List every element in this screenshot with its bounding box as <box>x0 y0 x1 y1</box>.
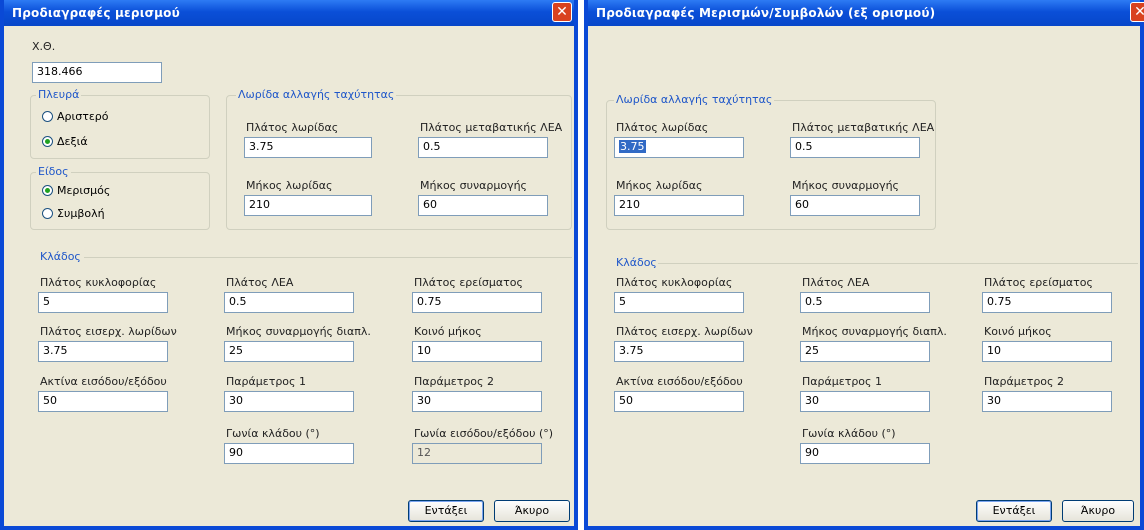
lane-length-input[interactable]: 210 <box>614 195 744 216</box>
transition-width-label: Πλάτος μεταβατικής ΛΕΑ <box>792 121 935 134</box>
common-length-label: Κοινό μήκος <box>984 325 1052 338</box>
entry-width-input[interactable]: 3.75 <box>38 341 168 362</box>
entry-angle-label: Γωνία εισόδου/εξόδου (°) <box>414 427 554 440</box>
speed-lane-group-label: Λωρίδα αλλαγής ταχύτητας <box>614 93 775 106</box>
radio-off-icon <box>42 111 53 122</box>
common-length-label: Κοινό μήκος <box>414 325 482 338</box>
shoulder-width-input[interactable]: 0.5 <box>224 292 354 313</box>
speed-lane-group-label: Λωρίδα αλλαγής ταχύτητας <box>236 88 397 101</box>
branch-spec-dialog: Προδιαγραφές μερισμού ✕ Χ.Θ. 318.466 Πλε… <box>0 0 578 530</box>
close-icon[interactable]: ✕ <box>1130 2 1144 22</box>
ok-button[interactable]: Εντάξει <box>976 500 1052 522</box>
side-left-radio[interactable]: Αριστερό <box>42 110 108 123</box>
param2-label: Παράμετρος 2 <box>984 375 1064 388</box>
traffic-width-input[interactable]: 5 <box>38 292 168 313</box>
type-split-radio[interactable]: Μερισμός <box>42 184 110 197</box>
taper-length-input[interactable]: 60 <box>418 195 548 216</box>
taper-length-label: Μήκος συναρμογής <box>792 179 900 192</box>
param1-input[interactable]: 30 <box>224 391 354 412</box>
chainage-input[interactable]: 318.466 <box>32 62 162 83</box>
lane-width-input[interactable]: 3.75 <box>244 137 372 158</box>
lane-length-label: Μήκος λωρίδας <box>246 179 333 192</box>
common-length-input[interactable]: 10 <box>412 341 542 362</box>
branch-angle-label: Γωνία κλάδου (°) <box>802 427 896 440</box>
support-width-input[interactable]: 0.75 <box>412 292 542 313</box>
branch-separator <box>84 257 572 258</box>
transition-width-input[interactable]: 0.5 <box>418 137 548 158</box>
close-icon[interactable]: ✕ <box>552 2 572 22</box>
support-width-label: Πλάτος ερείσματος <box>414 276 523 289</box>
lane-width-input[interactable]: 3.75 <box>614 137 744 158</box>
radio-on-icon <box>42 136 53 147</box>
radio-label: Συμβολή <box>57 207 105 220</box>
type-group <box>30 172 210 230</box>
param1-input[interactable]: 30 <box>800 391 930 412</box>
lane-width-label: Πλάτος λωρίδας <box>616 121 709 134</box>
entry-width-label: Πλάτος εισερχ. λωρίδων <box>616 325 753 338</box>
branch-angle-input[interactable]: 90 <box>800 443 930 464</box>
type-group-label: Είδος <box>36 165 71 178</box>
branch-group-label: Κλάδος <box>38 250 83 263</box>
branch-taper-label: Μήκος συναρμογής διαπλ. <box>802 325 947 338</box>
branch-angle-label: Γωνία κλάδου (°) <box>226 427 320 440</box>
radio-on-icon <box>42 185 53 196</box>
side-group-label: Πλευρά <box>36 88 82 101</box>
param1-label: Παράμετρος 1 <box>226 375 306 388</box>
lane-length-label: Μήκος λωρίδας <box>616 179 703 192</box>
transition-width-input[interactable]: 0.5 <box>790 137 920 158</box>
radio-label: Μερισμός <box>57 184 111 197</box>
param2-input[interactable]: 30 <box>982 391 1112 412</box>
title-bar[interactable]: Προδιαγραφές μερισμού ✕ <box>4 0 574 26</box>
branch-taper-input[interactable]: 25 <box>800 341 930 362</box>
side-group <box>30 95 210 159</box>
traffic-width-label: Πλάτος κυκλοφορίας <box>616 276 733 289</box>
traffic-width-label: Πλάτος κυκλοφορίας <box>40 276 157 289</box>
param2-input[interactable]: 30 <box>412 391 542 412</box>
entry-angle-input: 12 <box>412 443 542 464</box>
branch-group-label: Κλάδος <box>614 256 659 269</box>
common-length-input[interactable]: 10 <box>982 341 1112 362</box>
default-branch-spec-dialog: Προδιαγραφές Μερισμών/Συμβολών (εξ ορισμ… <box>584 0 1144 530</box>
type-merge-radio[interactable]: Συμβολή <box>42 207 105 220</box>
shoulder-width-input[interactable]: 0.5 <box>800 292 930 313</box>
param1-label: Παράμετρος 1 <box>802 375 882 388</box>
radio-label: Αριστερό <box>57 110 109 123</box>
radius-label: Ακτίνα εισόδου/εξόδου <box>40 375 167 388</box>
entry-width-input[interactable]: 3.75 <box>614 341 744 362</box>
lane-width-label: Πλάτος λωρίδας <box>246 121 339 134</box>
cancel-button[interactable]: Άκυρο <box>1062 500 1134 522</box>
traffic-width-input[interactable]: 5 <box>614 292 744 313</box>
taper-length-label: Μήκος συναρμογής <box>420 179 528 192</box>
selected-text: 3.75 <box>619 140 646 153</box>
support-width-label: Πλάτος ερείσματος <box>984 276 1093 289</box>
chainage-label: Χ.Θ. <box>32 40 56 53</box>
branch-angle-input[interactable]: 90 <box>224 443 354 464</box>
side-right-radio[interactable]: Δεξιά <box>42 135 88 148</box>
entry-width-label: Πλάτος εισερχ. λωρίδων <box>40 325 177 338</box>
transition-width-label: Πλάτος μεταβατικής ΛΕΑ <box>420 121 563 134</box>
branch-separator <box>658 263 1138 264</box>
branch-taper-label: Μήκος συναρμογής διαπλ. <box>226 325 371 338</box>
support-width-input[interactable]: 0.75 <box>982 292 1112 313</box>
ok-button[interactable]: Εντάξει <box>408 500 484 522</box>
title-bar[interactable]: Προδιαγραφές Μερισμών/Συμβολών (εξ ορισμ… <box>588 0 1144 26</box>
shoulder-width-label: Πλάτος ΛΕΑ <box>802 276 870 289</box>
dialog-title: Προδιαγραφές Μερισμών/Συμβολών (εξ ορισμ… <box>596 6 936 20</box>
dialog-title: Προδιαγραφές μερισμού <box>12 6 180 20</box>
radius-input[interactable]: 50 <box>614 391 744 412</box>
radio-label: Δεξιά <box>57 135 88 148</box>
radius-label: Ακτίνα εισόδου/εξόδου <box>616 375 743 388</box>
taper-length-input[interactable]: 60 <box>790 195 920 216</box>
lane-length-input[interactable]: 210 <box>244 195 372 216</box>
param2-label: Παράμετρος 2 <box>414 375 494 388</box>
branch-taper-input[interactable]: 25 <box>224 341 354 362</box>
radio-off-icon <box>42 208 53 219</box>
cancel-button[interactable]: Άκυρο <box>494 500 570 522</box>
shoulder-width-label: Πλάτος ΛΕΑ <box>226 276 294 289</box>
radius-input[interactable]: 50 <box>38 391 168 412</box>
